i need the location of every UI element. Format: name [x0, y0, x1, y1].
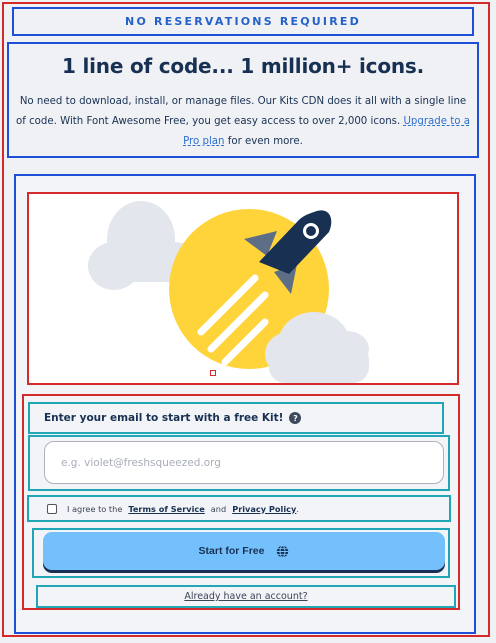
terms-agreement-row: I agree to the Terms of Service and Priv…	[27, 495, 451, 522]
carousel-indicator[interactable]	[210, 370, 216, 376]
section-kicker: NO RESERVATIONS REQUIRED	[12, 7, 474, 36]
terms-prefix: I agree to the	[67, 503, 123, 514]
intro-description: No need to download, install, or manage …	[15, 92, 471, 152]
email-label: Enter your email to start with a free Ki…	[44, 412, 284, 424]
question-circle-icon[interactable]: ?	[289, 412, 302, 424]
page-title: 1 line of code... 1 million+ icons.	[61, 54, 425, 78]
login-row: Already have an account?	[36, 585, 456, 608]
already-have-account-link[interactable]: Already have an account?	[184, 591, 307, 602]
cta-label: Start for Free	[198, 545, 265, 557]
intro-body-text: No need to download, install, or manage …	[16, 96, 467, 127]
intro-body-suffix: for even more.	[227, 136, 303, 147]
globe-icon	[276, 544, 289, 558]
terms-of-service-link[interactable]: Terms of Service	[128, 504, 204, 514]
rocket-launch-illustration	[88, 201, 369, 383]
intro-section: 1 line of code... 1 million+ icons. No n…	[7, 42, 479, 158]
terms-and: and	[210, 503, 227, 514]
email-label-row: Enter your email to start with a free Ki…	[28, 402, 444, 434]
email-field[interactable]	[44, 441, 444, 484]
start-for-free-button[interactable]: Start for Free	[43, 532, 445, 570]
privacy-policy-link[interactable]: Privacy Policy	[232, 504, 296, 514]
hero-illustration	[27, 192, 459, 385]
terms-checkbox[interactable]	[47, 503, 57, 514]
terms-suffix: .	[296, 503, 299, 514]
